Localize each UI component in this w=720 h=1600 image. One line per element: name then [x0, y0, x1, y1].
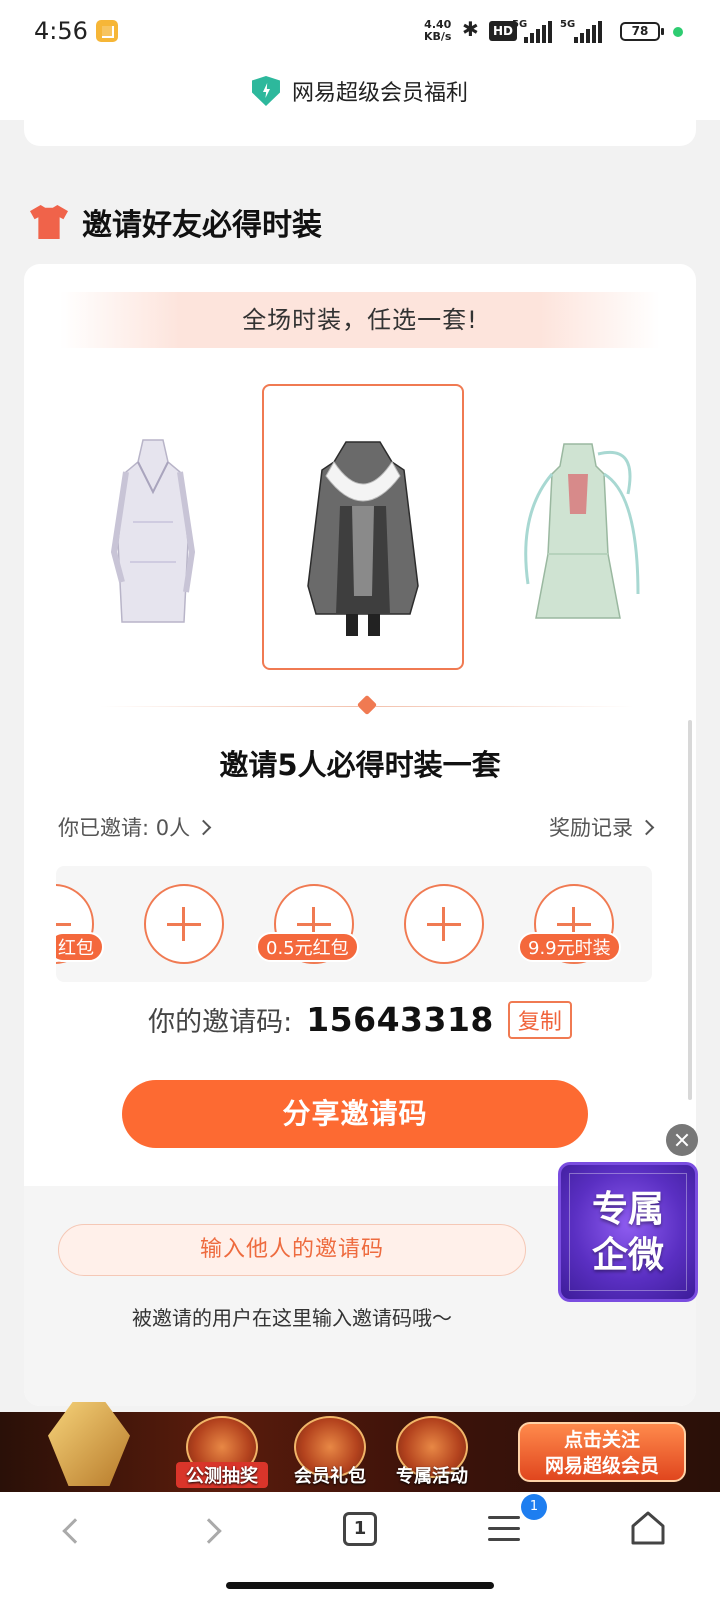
menu-icon[interactable]: [488, 1516, 520, 1542]
sim1-label: 5G: [512, 19, 528, 30]
invite-code-row: 你的邀请码: 15643318 复制: [24, 1000, 696, 1039]
copy-button[interactable]: 复制: [507, 1000, 572, 1039]
bluetooth-icon: ✱: [462, 17, 479, 41]
wecom-line-2: 企微: [591, 1234, 664, 1276]
invite-code-label: 你的邀请码:: [148, 1007, 293, 1038]
promo-banner: 全场时装，任选一套!: [60, 292, 660, 348]
invite-headline: 邀请5人必得时装一套: [219, 748, 501, 782]
signal-icon-sim2: 5G: [560, 19, 604, 43]
promo-bar: 公测抽奖 会员礼包 专属活动 点击关注 网易超级会员: [0, 1402, 720, 1492]
enter-code-button[interactable]: 输入他人的邀请码: [58, 1224, 526, 1276]
divider-right: [376, 706, 634, 707]
chevron-right-icon: [195, 819, 212, 835]
slot-reward-tag-5: 9.9元时装: [518, 932, 621, 962]
forward-icon[interactable]: [196, 1518, 222, 1544]
back-icon[interactable]: [62, 1518, 88, 1544]
tabs-button[interactable]: 1: [343, 1512, 377, 1546]
wecom-widget[interactable]: 专属 企微: [558, 1162, 698, 1302]
trophy-logo-icon: [48, 1402, 130, 1486]
promo-gift-button[interactable]: 会员礼包: [284, 1412, 376, 1492]
invite-slot-2[interactable]: [144, 884, 224, 964]
promo-gift-label: 会员礼包: [294, 1466, 366, 1487]
browser-nav-bar: 1 1: [0, 1492, 720, 1600]
outfit-green-dress[interactable]: [508, 434, 648, 634]
previous-card-bottom: [24, 110, 696, 146]
section-title: 邀请好友必得时装: [82, 208, 322, 243]
invite-slots: 红包 0.5元红包 9.9元时装: [56, 866, 652, 982]
page-title: 网易超级会员福利: [291, 81, 468, 106]
scrollbar[interactable]: [688, 720, 692, 1100]
promo-activity-button[interactable]: 专属活动: [386, 1412, 478, 1492]
network-speed-unit: KB/s: [424, 30, 452, 43]
promo-lottery-button[interactable]: 公测抽奖: [176, 1412, 268, 1492]
divider-left: [100, 706, 358, 707]
battery-icon: 78: [620, 22, 664, 41]
wecom-line-1: 专属: [591, 1188, 664, 1230]
network-speed: 4.40 KB/s: [424, 19, 451, 43]
ornament-icon: [356, 694, 378, 716]
promo-lottery-label: 公测抽奖: [176, 1462, 268, 1488]
follow-line-1: 点击关注: [563, 1429, 640, 1451]
slot-reward-tag-1: 红包: [56, 932, 104, 962]
invite-code-value: 15643318: [306, 1000, 494, 1039]
status-time: 4:56: [34, 17, 88, 45]
slot-reward-tag-3: 0.5元红包: [256, 932, 359, 962]
chevron-right-icon: [638, 819, 655, 835]
notification-icon: [96, 20, 118, 42]
reward-record-label: 奖励记录: [549, 816, 633, 840]
section-header: 邀请好友必得时装: [30, 200, 322, 244]
sim2-label: 5G: [560, 19, 576, 30]
shield-icon: [251, 76, 280, 106]
privacy-dot-icon: [673, 27, 683, 37]
reward-record-link[interactable]: 奖励记录: [549, 812, 655, 842]
home-icon[interactable]: [630, 1510, 666, 1546]
invited-count-label: 你已邀请: 0人: [58, 816, 191, 840]
signal-icon-sim1: 5G: [512, 19, 552, 43]
follow-button[interactable]: 点击关注 网易超级会员: [518, 1422, 686, 1482]
invited-count-link[interactable]: 你已邀请: 0人: [58, 812, 212, 842]
outfit-white-robe[interactable]: [108, 432, 198, 632]
status-bar: 4:56 4.40 KB/s ✱ HD 5G 5G 78: [0, 0, 720, 62]
outfit-black-robe[interactable]: [300, 436, 426, 646]
follow-line-2: 网易超级会员: [544, 1455, 659, 1477]
tshirt-icon: [30, 205, 68, 239]
close-icon[interactable]: [666, 1124, 698, 1156]
promo-activity-label: 专属活动: [396, 1466, 468, 1487]
share-code-button[interactable]: 分享邀请码: [122, 1080, 588, 1148]
notification-badge: 1: [521, 1494, 547, 1520]
invite-slot-4[interactable]: [404, 884, 484, 964]
gesture-bar[interactable]: [226, 1582, 494, 1589]
enter-code-hint: 被邀请的用户在这里输入邀请码哦～: [132, 1306, 452, 1330]
